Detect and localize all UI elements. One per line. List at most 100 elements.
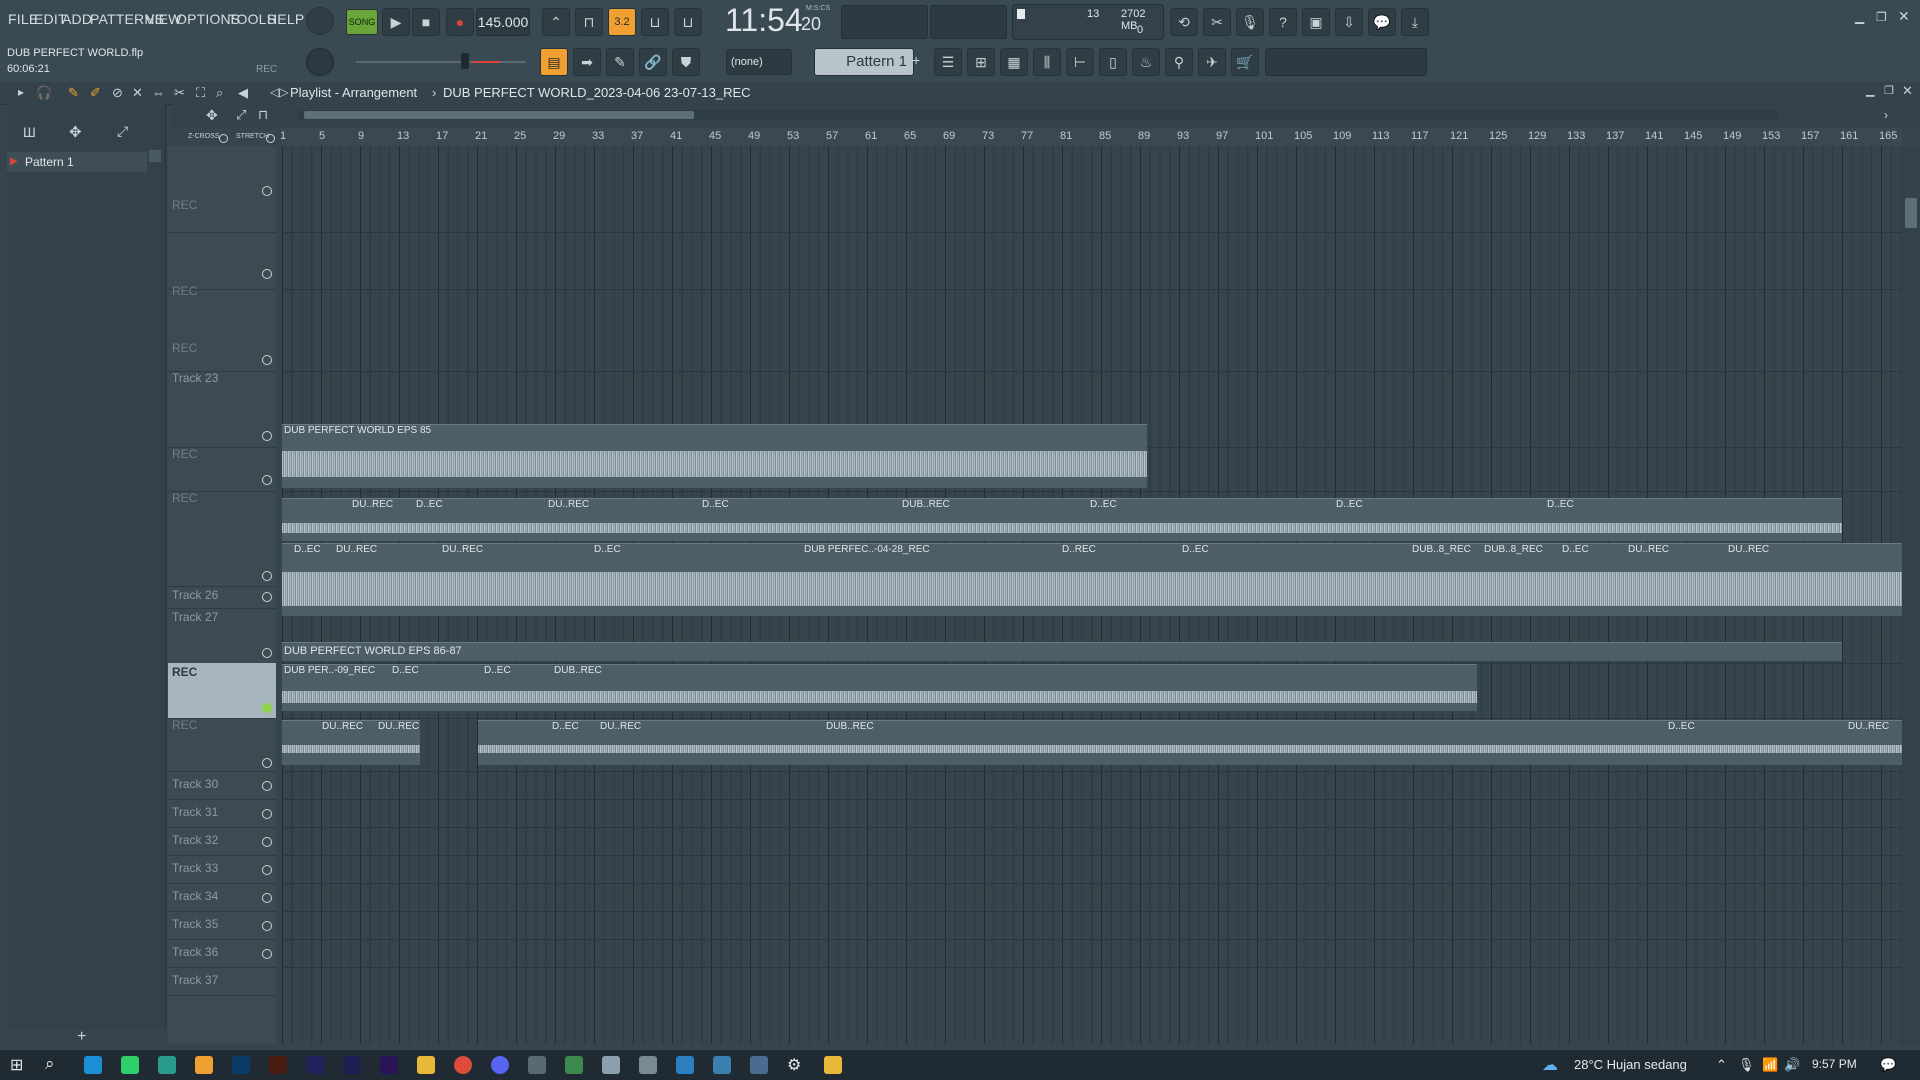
fl-studio-icon[interactable] xyxy=(195,1056,213,1074)
browser-icon[interactable]: ⊢ xyxy=(1066,48,1094,76)
photos-icon[interactable] xyxy=(676,1056,694,1074)
edge-icon[interactable] xyxy=(84,1056,102,1074)
discord-icon[interactable] xyxy=(491,1056,509,1074)
song-mode-toggle[interactable]: SONG xyxy=(346,9,378,35)
mic-tray-icon[interactable]: 🎙 xyxy=(1738,1057,1755,1073)
file-explorer-icon[interactable] xyxy=(417,1056,435,1074)
settings-icon[interactable]: ⚙ xyxy=(787,1055,801,1075)
app-icon-6[interactable] xyxy=(750,1056,768,1074)
track-header[interactable]: REC xyxy=(168,491,276,587)
chrome-icon[interactable] xyxy=(454,1056,472,1074)
app-icon-4[interactable] xyxy=(639,1056,657,1074)
pattern-item[interactable]: ▶ Pattern 1 xyxy=(7,152,147,172)
download-icon[interactable]: ⤓ xyxy=(1401,8,1429,36)
track-header[interactable]: Track 27 xyxy=(168,608,276,664)
playlist-close-icon[interactable]: ✕ xyxy=(1902,83,1913,99)
clock-display[interactable]: 11:54 xyxy=(725,2,803,39)
notepad-icon[interactable] xyxy=(824,1056,842,1074)
notification-icon[interactable]: 💬 xyxy=(1880,1057,1896,1073)
audio-clip[interactable]: DUB PERFECT WORLD EPS 85 xyxy=(282,424,1147,488)
track-header[interactable]: Track 23 xyxy=(168,371,276,448)
record-button[interactable]: ● xyxy=(446,8,474,36)
audio-clip[interactable]: DU..REC DU..REC xyxy=(282,720,420,765)
link-tool-icon[interactable]: ⤢ xyxy=(236,107,246,123)
add-pattern-icon[interactable]: + xyxy=(912,52,920,68)
slip-tool-icon[interactable]: ⇔ xyxy=(152,85,165,100)
vertical-scrollbar[interactable] xyxy=(1902,146,1920,1044)
app-icon[interactable] xyxy=(158,1056,176,1074)
clock-time[interactable]: 9:57 PM xyxy=(1812,1057,1857,1071)
slice-tool-icon[interactable]: ✂ xyxy=(174,85,185,101)
chatgpt-icon[interactable] xyxy=(121,1056,139,1074)
menu-help[interactable]: HELP xyxy=(267,11,304,27)
metronome-icon[interactable]: ⌃ xyxy=(542,8,570,36)
mute-tool-icon[interactable]: ✕ xyxy=(132,85,143,101)
wrench-icon[interactable]: ✈ xyxy=(1198,48,1226,76)
loop-record-icon[interactable]: ⊔ xyxy=(674,8,702,36)
track-header[interactable]: Track 32 xyxy=(168,827,276,856)
draw-tool-icon[interactable]: ✎ xyxy=(68,85,79,101)
piano-roll-icon[interactable]: ⊞ xyxy=(967,48,995,76)
tempo-display[interactable]: 145.000 xyxy=(476,8,530,36)
audio-clip[interactable]: DUB PERFECT WORLD EPS 86-87 xyxy=(282,642,1842,661)
restore-icon[interactable]: ❐ xyxy=(1876,10,1887,24)
start-icon[interactable]: ⊞ xyxy=(10,1055,23,1075)
photoshop-icon[interactable] xyxy=(232,1056,250,1074)
news-panel[interactable] xyxy=(1265,48,1427,76)
zoom-tool-icon[interactable]: ⌕ xyxy=(216,85,223,101)
playlist-minimize-icon[interactable]: ▁ xyxy=(1866,84,1874,97)
tray-expand-icon[interactable]: ⌃ xyxy=(1716,1057,1727,1073)
playlist-maximize-icon[interactable]: ❐ xyxy=(1884,84,1894,97)
track-header-selected[interactable]: REC xyxy=(168,663,276,719)
headphones-icon[interactable]: 🎧 xyxy=(36,85,52,101)
playlist-view-button[interactable]: ▤ xyxy=(540,48,568,76)
scroll-thumb[interactable] xyxy=(304,111,694,119)
clip-icon[interactable]: ⤢ xyxy=(117,123,128,140)
microphone-icon[interactable]: 🎙 xyxy=(1236,8,1264,36)
track-header[interactable]: Track 30 xyxy=(168,771,276,800)
pencil-tool-icon[interactable]: ✎ xyxy=(606,48,634,76)
weather-icon[interactable]: ☁ xyxy=(1542,1055,1558,1075)
arrange-tools-icon[interactable]: ✥ xyxy=(206,107,218,124)
track-header[interactable]: Track 35 xyxy=(168,911,276,940)
track-header[interactable]: REC xyxy=(168,146,276,233)
search-icon[interactable]: ⌕ xyxy=(45,1054,55,1074)
chat-icon[interactable]: 💬 xyxy=(1368,8,1396,36)
track-header[interactable]: REC xyxy=(168,447,276,492)
stretch-toggle[interactable] xyxy=(266,134,275,143)
scroll-right-icon[interactable]: › xyxy=(1884,108,1888,122)
add-pattern-plus-icon[interactable]: + xyxy=(77,1028,86,1046)
snap-selector[interactable]: (none) xyxy=(726,49,792,75)
playlist-icon[interactable]: ☰ xyxy=(934,48,962,76)
delete-tool-icon[interactable]: ⊘ xyxy=(112,85,123,101)
channel-rack-icon[interactable]: ▦ xyxy=(1000,48,1028,76)
master-pitch-slider[interactable] xyxy=(356,61,526,63)
menu-add[interactable]: ADD xyxy=(62,11,92,27)
timeline-ruler[interactable]: 1 5 9 13 17 21 25 29 33 37 41 45 49 53 57 61 65 69 73 77 81 8… xyxy=(280,128,1902,147)
link-icon[interactable]: 🔗 xyxy=(639,48,667,76)
media-encoder-icon[interactable] xyxy=(306,1056,324,1074)
track-header[interactable]: Track 31 xyxy=(168,799,276,828)
track-header[interactable]: REC xyxy=(168,232,276,298)
horizontal-scrollbar[interactable] xyxy=(298,110,1778,120)
cut-icon[interactable]: ✂ xyxy=(1203,8,1231,36)
audio-clip[interactable]: DUB PER..-09_REC D..EC D..EC DUB..REC xyxy=(282,664,1477,711)
undo-icon[interactable]: ⟲ xyxy=(1170,8,1198,36)
play-arrow-icon[interactable]: ▸ xyxy=(18,85,24,99)
select-tool-icon[interactable]: ⛶ xyxy=(196,85,205,101)
minimize-icon[interactable]: ▁ xyxy=(1855,10,1864,24)
track-header[interactable]: Track 37 xyxy=(168,967,276,996)
close-icon[interactable]: ✕ xyxy=(1898,8,1910,25)
piano-icon[interactable]: Ш xyxy=(23,124,36,140)
vertical-scroll-thumb[interactable] xyxy=(1905,198,1917,228)
app-icon-5[interactable] xyxy=(713,1056,731,1074)
stop-button[interactable]: ■ xyxy=(412,8,440,36)
plugin-icon[interactable]: ▯ xyxy=(1099,48,1127,76)
network-icon[interactable]: 📶 xyxy=(1762,1057,1778,1073)
audio-clip[interactable]: D..EC DU..REC DU..REC D..EC DUB PERFEC..… xyxy=(282,543,1902,616)
illustrator-icon[interactable] xyxy=(269,1056,287,1074)
play-button[interactable]: ▶ xyxy=(382,8,410,36)
master-volume-knob[interactable] xyxy=(306,7,334,35)
pitch-knob[interactable] xyxy=(306,48,334,76)
mixer-icon[interactable]: ⫼ xyxy=(1033,48,1061,76)
